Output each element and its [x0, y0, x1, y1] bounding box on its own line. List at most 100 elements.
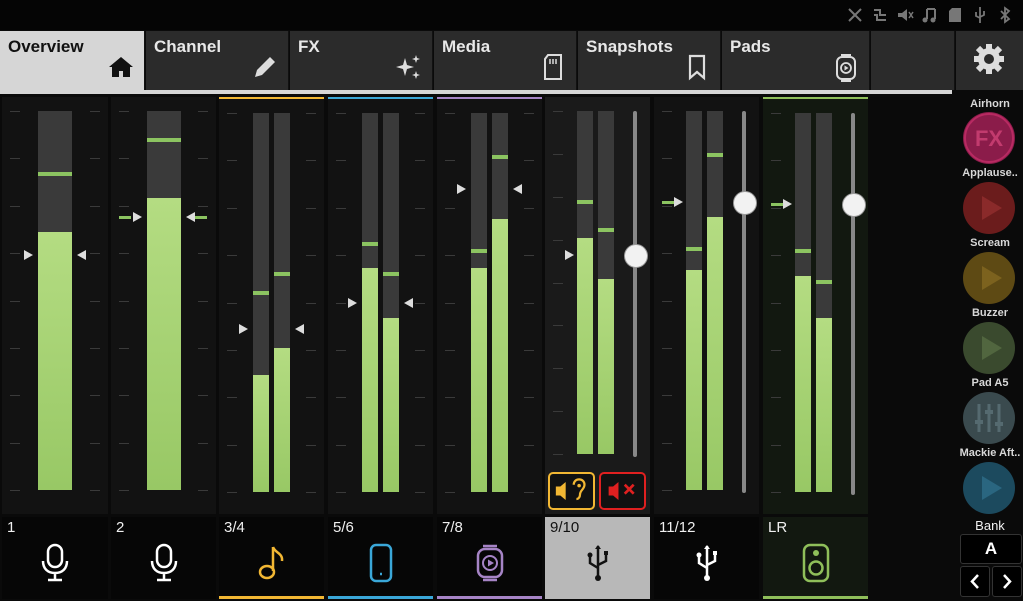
meter-level	[471, 268, 487, 492]
channel-name: 11/12	[659, 519, 696, 536]
sd-card-icon	[538, 52, 568, 82]
channel-button-2[interactable]: 2	[111, 517, 216, 599]
scale-tick	[445, 160, 455, 162]
scale-tick	[524, 492, 534, 493]
scale-tick	[10, 158, 20, 160]
scale-tick	[10, 111, 20, 112]
bank-selector[interactable]: A	[960, 534, 1022, 564]
mute-button[interactable]	[599, 472, 646, 510]
channel-strip-9-10[interactable]	[545, 97, 650, 514]
scale-tick	[90, 442, 100, 444]
pad-applause[interactable]	[963, 182, 1015, 234]
tab-label: FX	[298, 37, 320, 56]
channel-name: 2	[116, 519, 125, 536]
bank-prev-button[interactable]	[960, 566, 990, 597]
tab-snapshots[interactable]: Snapshots	[578, 31, 721, 90]
channel-name: 9/10	[550, 519, 580, 536]
pad-a5[interactable]	[963, 392, 1015, 444]
bank-label: Bank	[975, 518, 1005, 533]
meter-track	[577, 111, 593, 454]
channel-button-11-12[interactable]: 11/12	[654, 517, 759, 599]
scale-tick	[771, 302, 781, 304]
scale-tick	[10, 490, 20, 491]
pad-label: Applause..	[962, 167, 1018, 179]
channel-strip-11-12[interactable]	[654, 97, 759, 514]
channel-strip-3-4[interactable]	[219, 97, 324, 514]
scale-tick	[445, 349, 455, 351]
tab-overview[interactable]: Overview	[0, 31, 145, 90]
scale-tick	[227, 492, 237, 493]
scale-tick	[771, 113, 781, 114]
settings-button[interactable]	[956, 31, 1023, 90]
music-icon	[921, 6, 939, 24]
channel-strip-5-6[interactable]	[328, 97, 433, 514]
gain-marker-left	[565, 250, 574, 261]
speaker-ear-icon	[555, 478, 586, 501]
scale-tick	[662, 347, 672, 349]
meter-track	[383, 113, 399, 492]
scale-tick	[119, 490, 129, 491]
scale-tick	[119, 205, 129, 207]
tab-pads[interactable]: Pads	[722, 31, 870, 90]
tab-underline	[0, 90, 952, 94]
peak-indicator	[383, 272, 399, 277]
scale-tick	[524, 113, 534, 114]
scale-tick	[119, 395, 129, 397]
scale-tick	[227, 444, 237, 446]
channel-button-5-6[interactable]: 5/6	[328, 517, 433, 599]
fx-icon: FX	[964, 113, 1014, 163]
gain-dash	[118, 216, 131, 220]
pad-mackie[interactable]	[963, 462, 1015, 514]
channel-strip-lr[interactable]	[763, 97, 868, 514]
scale-tick	[415, 492, 425, 493]
scale-tick	[227, 255, 237, 257]
play-icon	[982, 266, 1002, 290]
channel-strip-1[interactable]	[2, 97, 108, 514]
channel-strip-7-8[interactable]	[437, 97, 542, 514]
fader-track	[742, 111, 746, 493]
scale-tick	[306, 207, 316, 209]
channel-button-1[interactable]: 1	[2, 517, 108, 599]
gain-dash	[194, 216, 207, 220]
tab-media[interactable]: Media	[434, 31, 577, 90]
bank-next-button[interactable]	[992, 566, 1022, 597]
fader-knob[interactable]	[842, 192, 866, 217]
scale-tick	[10, 300, 20, 302]
meter-level	[146, 198, 181, 490]
channel-button-7-8[interactable]: 7/8	[437, 517, 542, 599]
fader-knob[interactable]	[733, 190, 757, 215]
usb-icon	[971, 6, 989, 24]
scale-tick	[771, 160, 781, 162]
scale-tick	[771, 207, 781, 209]
tab-fx[interactable]: FX	[290, 31, 433, 90]
channel-button-9-10[interactable]: 9/10	[545, 517, 650, 599]
pad-scream[interactable]	[963, 252, 1015, 304]
channel-button-lr[interactable]: LR	[763, 517, 868, 599]
peak-indicator	[253, 291, 269, 296]
channel-name: 5/6	[333, 519, 354, 536]
scale-tick	[306, 255, 316, 257]
peak-indicator	[274, 272, 290, 277]
pad-airhorn[interactable]: FX	[963, 112, 1015, 164]
channel-name: 3/4	[224, 519, 245, 536]
fader-track	[851, 113, 855, 495]
scale-tick	[415, 160, 425, 162]
scale-tick	[771, 349, 781, 351]
fader-knob[interactable]	[624, 244, 648, 269]
scale-tick	[119, 111, 129, 112]
tab-channel[interactable]: Channel	[146, 31, 289, 90]
monitor-button[interactable]	[548, 472, 595, 510]
scale-tick	[415, 397, 425, 399]
channel-strip-2[interactable]	[111, 97, 216, 514]
scale-tick	[771, 492, 781, 493]
pad-buzzer[interactable]	[963, 322, 1015, 374]
channel-button-3-4[interactable]: 3/4	[219, 517, 324, 599]
scale-tick	[553, 454, 563, 455]
meter-track	[686, 111, 702, 490]
play-icon	[982, 336, 1002, 360]
scale-tick	[336, 349, 346, 351]
scale-tick	[553, 239, 563, 241]
scale-tick	[306, 113, 316, 114]
scale-tick	[445, 444, 455, 446]
scale-tick	[90, 205, 100, 207]
